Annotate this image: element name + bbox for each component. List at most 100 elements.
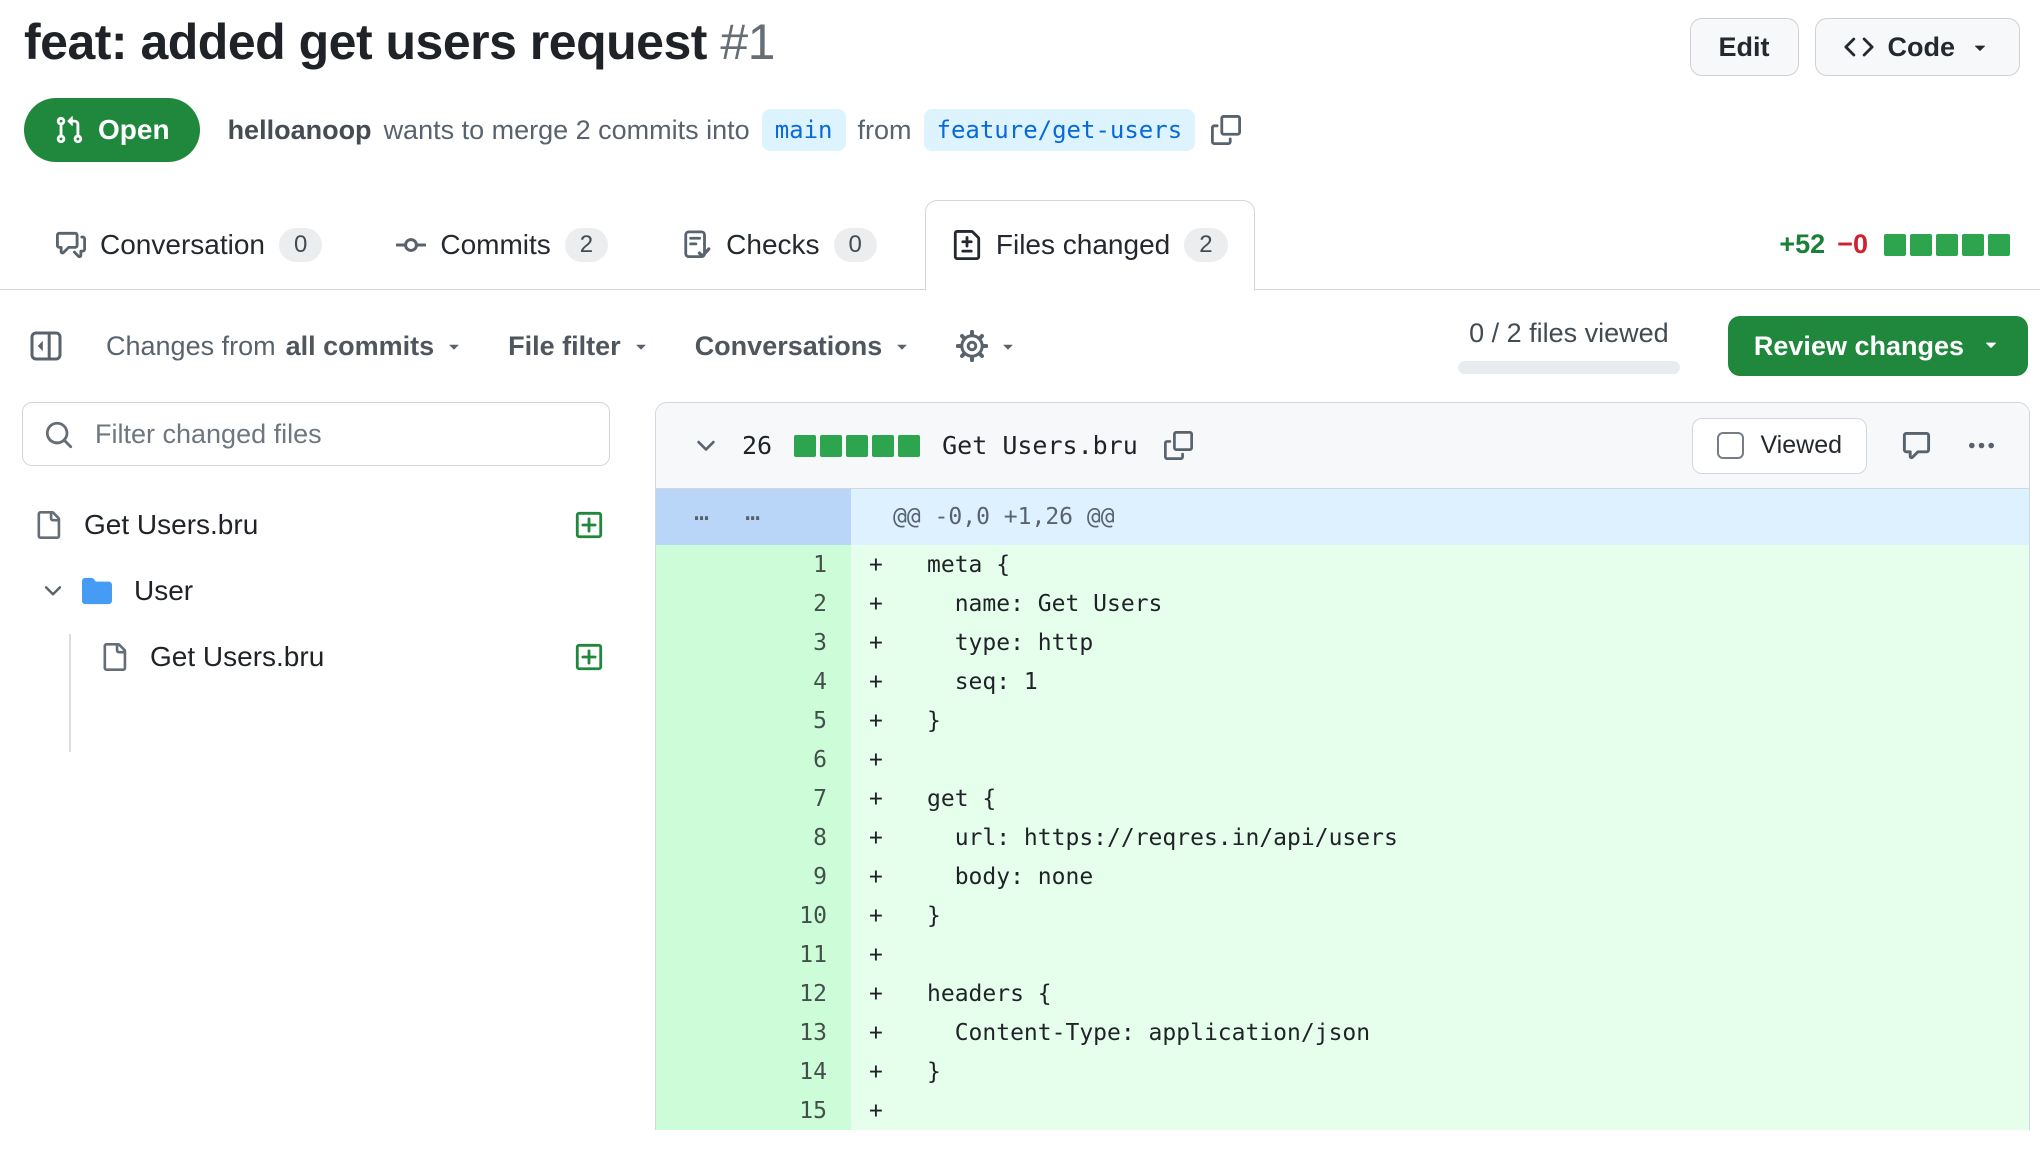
diff-line-code[interactable]: + bbox=[851, 935, 2029, 974]
head-branch-label[interactable]: feature/get-users bbox=[924, 109, 1196, 151]
diff-line-code[interactable]: + url: https://reqres.in/api/users bbox=[851, 818, 2029, 857]
file-filter-dropdown[interactable]: File filter bbox=[508, 331, 651, 362]
expand-hunk-gutter[interactable]: ⋯ ⋯ bbox=[656, 489, 851, 545]
review-changes-button[interactable]: Review changes bbox=[1728, 316, 2028, 376]
diff-line-number[interactable]: 10 bbox=[656, 896, 851, 935]
diff-line-code[interactable]: + seq: 1 bbox=[851, 662, 2029, 701]
merge-sentence: helloanoop wants to merge 2 commits into… bbox=[228, 109, 1246, 151]
diff-line-text: name: Get Users bbox=[927, 591, 1162, 617]
diff-line-marker: + bbox=[869, 864, 927, 890]
triangle-down-icon bbox=[444, 336, 464, 356]
files-viewed-label: 0 / 2 files viewed bbox=[1469, 318, 1669, 349]
diff-line-number[interactable]: 1 bbox=[656, 545, 851, 584]
tree-item-file[interactable]: Get Users.bru bbox=[22, 492, 610, 558]
diff-line: 8 + url: https://reqres.in/api/users bbox=[656, 818, 2029, 857]
diff-line-text: meta { bbox=[927, 552, 1010, 578]
diff-line-code[interactable]: + body: none bbox=[851, 857, 2029, 896]
diff-line-text: get { bbox=[927, 786, 996, 812]
file-name[interactable]: Get Users.bru bbox=[942, 431, 1138, 460]
diff-line-text: } bbox=[927, 1059, 941, 1085]
expand-down-icon[interactable]: ⋯ bbox=[745, 503, 762, 532]
tab-counter: 0 bbox=[279, 228, 322, 262]
diff-line-number[interactable]: 12 bbox=[656, 974, 851, 1013]
diff-line-number[interactable]: 15 bbox=[656, 1091, 851, 1130]
diff-line-code[interactable]: + bbox=[851, 740, 2029, 779]
diff-line: 11 + bbox=[656, 935, 2029, 974]
pr-title-text: feat: added get users request bbox=[24, 14, 707, 70]
diff-line-number[interactable]: 5 bbox=[656, 701, 851, 740]
pr-header: feat: added get users request #1 Edit Co… bbox=[0, 0, 2040, 162]
diff-line-code[interactable]: +get { bbox=[851, 779, 2029, 818]
diff-line: 3 + type: http bbox=[656, 623, 2029, 662]
diff-line-marker: + bbox=[869, 630, 927, 656]
diff-line-number[interactable]: 13 bbox=[656, 1013, 851, 1052]
diff-line: 14 +} bbox=[656, 1052, 2029, 1091]
copy-branch-button[interactable] bbox=[1207, 111, 1245, 149]
diff-line-marker: + bbox=[869, 942, 927, 968]
diff-line-code[interactable]: + bbox=[851, 1091, 2029, 1130]
conversations-dropdown[interactable]: Conversations bbox=[695, 331, 913, 362]
code-button[interactable]: Code bbox=[1815, 18, 2021, 76]
diff-line-number[interactable]: 7 bbox=[656, 779, 851, 818]
diff-line-code[interactable]: +} bbox=[851, 896, 2029, 935]
diff-line-code[interactable]: +} bbox=[851, 1052, 2029, 1091]
diff-line-number[interactable]: 14 bbox=[656, 1052, 851, 1091]
viewed-checkbox[interactable] bbox=[1717, 432, 1744, 459]
toolbar-right: 0 / 2 files viewed Review changes bbox=[1458, 316, 2028, 376]
expand-up-icon[interactable]: ⋯ bbox=[694, 503, 711, 532]
file-comment-button[interactable] bbox=[1901, 430, 1932, 461]
diff-line-number[interactable]: 11 bbox=[656, 935, 851, 974]
tree-item-label: Get Users.bru bbox=[150, 641, 324, 673]
diff-settings-dropdown[interactable] bbox=[956, 330, 1018, 362]
deletions-count: −0 bbox=[1837, 229, 1868, 260]
diff-line-marker: + bbox=[869, 1059, 927, 1085]
edit-button[interactable]: Edit bbox=[1690, 18, 1799, 76]
file-options-button[interactable] bbox=[1966, 430, 1997, 461]
diff-line: 4 + seq: 1 bbox=[656, 662, 2029, 701]
diff-line-number[interactable]: 3 bbox=[656, 623, 851, 662]
chevron-down-icon bbox=[1969, 36, 1991, 58]
gear-icon bbox=[956, 330, 988, 362]
diff-line-marker: + bbox=[869, 552, 927, 578]
tree-item-folder[interactable]: User bbox=[22, 558, 610, 624]
viewed-button[interactable]: Viewed bbox=[1692, 418, 1867, 474]
hide-file-tree-button[interactable] bbox=[30, 330, 62, 362]
diff-line-code[interactable]: + name: Get Users bbox=[851, 584, 2029, 623]
filter-changed-files-input[interactable] bbox=[22, 402, 610, 466]
merge-sentence-from: from bbox=[858, 115, 912, 146]
diff-lines: 1 +meta { 2 + name: Get Users 3 + type: … bbox=[656, 545, 2029, 1130]
tab-files-changed[interactable]: Files changed 2 bbox=[925, 200, 1255, 291]
file-tree-sidebar: Get Users.bru User bbox=[22, 402, 610, 690]
author-login[interactable]: helloanoop bbox=[228, 115, 372, 146]
base-branch-label[interactable]: main bbox=[762, 109, 846, 151]
diff-line-code[interactable]: +meta { bbox=[851, 545, 2029, 584]
tab-checks[interactable]: Checks 0 bbox=[656, 200, 903, 289]
tab-conversation[interactable]: Conversation 0 bbox=[30, 200, 348, 289]
tree-item-file-nested[interactable]: Get Users.bru bbox=[22, 624, 610, 690]
diff-line-number[interactable]: 6 bbox=[656, 740, 851, 779]
title-row: feat: added get users request #1 Edit Co… bbox=[24, 14, 2020, 76]
toolbar-left: Changes from all commits File filter Con… bbox=[30, 330, 1018, 362]
diff-line-number[interactable]: 8 bbox=[656, 818, 851, 857]
diff-line-code[interactable]: +headers { bbox=[851, 974, 2029, 1013]
diff-line-number[interactable]: 2 bbox=[656, 584, 851, 623]
collapse-file-button[interactable] bbox=[692, 432, 720, 460]
pr-number: #1 bbox=[720, 14, 775, 70]
copy-icon bbox=[1211, 115, 1241, 145]
copy-filename-button[interactable] bbox=[1160, 427, 1197, 464]
diff-line-code[interactable]: + Content-Type: application/json bbox=[851, 1013, 2029, 1052]
copy-icon bbox=[1164, 431, 1193, 460]
diff-line-code[interactable]: +} bbox=[851, 701, 2029, 740]
changes-from-dropdown[interactable]: Changes from all commits bbox=[106, 331, 464, 362]
diff-line-marker: + bbox=[869, 903, 927, 929]
diff-line-code[interactable]: + type: http bbox=[851, 623, 2029, 662]
diff-line-text: body: none bbox=[927, 864, 1093, 890]
tab-commits[interactable]: Commits 2 bbox=[370, 200, 634, 289]
page-title: feat: added get users request #1 bbox=[24, 14, 775, 72]
diff-line-number[interactable]: 4 bbox=[656, 662, 851, 701]
pr-status-row: Open helloanoop wants to merge 2 commits… bbox=[24, 98, 2020, 162]
file-header-actions: Viewed bbox=[1692, 418, 1997, 474]
diff-line-marker: + bbox=[869, 669, 927, 695]
file-changes-count: 26 bbox=[742, 431, 772, 460]
diff-line-number[interactable]: 9 bbox=[656, 857, 851, 896]
